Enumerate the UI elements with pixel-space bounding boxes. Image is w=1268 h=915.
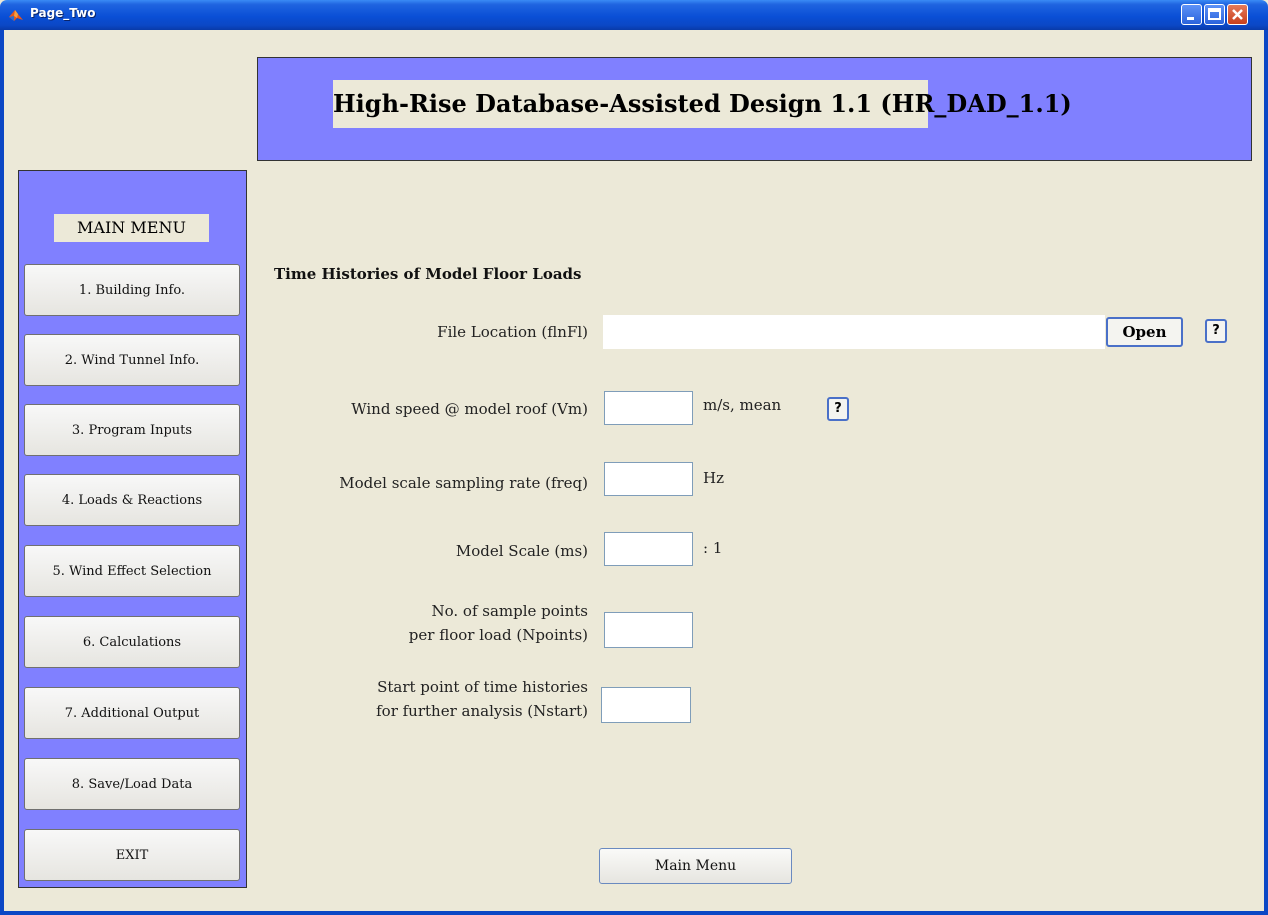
- menu-calculations-button[interactable]: 6. Calculations: [24, 616, 240, 668]
- title-bar[interactable]: Page_Two: [0, 0, 1268, 30]
- wind-speed-label: Wind speed @ model roof (Vm): [351, 400, 588, 418]
- menu-wind-tunnel-info-button[interactable]: 2. Wind Tunnel Info.: [24, 334, 240, 386]
- file-location-help-button[interactable]: ?: [1205, 319, 1227, 343]
- maximize-button[interactable]: [1204, 4, 1225, 25]
- npoints-label-line1: No. of sample points: [431, 602, 588, 620]
- npoints-label-line2: per floor load (Npoints): [408, 626, 588, 644]
- wind-speed-input[interactable]: [604, 391, 693, 425]
- window-frame-bottom: [0, 911, 1268, 915]
- main-menu-panel: MAIN MENU 1. Building Info. 2. Wind Tunn…: [18, 170, 247, 888]
- menu-building-info-button[interactable]: 1. Building Info.: [24, 264, 240, 316]
- sampling-rate-label: Model scale sampling rate (freq): [339, 474, 588, 492]
- sampling-rate-unit: Hz: [703, 469, 724, 487]
- section-title: Time Histories of Model Floor Loads: [274, 265, 582, 283]
- nstart-input[interactable]: [601, 687, 691, 723]
- window-frame-left: [0, 30, 4, 915]
- file-location-label: File Location (flnFl): [437, 323, 588, 341]
- minimize-icon: [1187, 17, 1194, 20]
- nstart-label-line2: for further analysis (Nstart): [376, 702, 588, 720]
- wind-speed-help-button[interactable]: ?: [827, 397, 849, 421]
- menu-wind-effect-selection-button[interactable]: 5. Wind Effect Selection: [24, 545, 240, 597]
- header-panel: High-Rise Database-Assisted Design 1.1 (…: [257, 57, 1252, 161]
- sampling-rate-input[interactable]: [604, 462, 693, 496]
- main-menu-button[interactable]: Main Menu: [599, 848, 792, 884]
- window-title: Page_Two: [30, 6, 96, 20]
- close-button[interactable]: [1227, 4, 1248, 25]
- window-frame-right: [1264, 30, 1268, 915]
- nstart-label-line1: Start point of time histories: [377, 678, 588, 696]
- menu-exit-button[interactable]: EXIT: [24, 829, 240, 881]
- menu-save-load-data-button[interactable]: 8. Save/Load Data: [24, 758, 240, 810]
- file-location-input[interactable]: [603, 315, 1105, 349]
- open-file-button[interactable]: Open: [1106, 317, 1183, 347]
- npoints-input[interactable]: [604, 612, 693, 648]
- menu-program-inputs-button[interactable]: 3. Program Inputs: [24, 404, 240, 456]
- main-menu-title: MAIN MENU: [54, 214, 209, 242]
- model-scale-input[interactable]: [604, 532, 693, 566]
- matlab-icon: [9, 10, 23, 21]
- model-scale-label: Model Scale (ms): [455, 542, 588, 560]
- model-scale-unit: : 1: [703, 539, 723, 557]
- menu-additional-output-button[interactable]: 7. Additional Output: [24, 687, 240, 739]
- app-window: Page_Two High-Rise Database-Assisted Des…: [0, 0, 1268, 915]
- menu-loads-reactions-button[interactable]: 4. Loads & Reactions: [24, 474, 240, 526]
- close-icon: [1232, 9, 1243, 20]
- maximize-icon: [1208, 8, 1221, 20]
- app-title: High-Rise Database-Assisted Design 1.1 (…: [333, 80, 1072, 128]
- wind-speed-unit: m/s, mean: [703, 396, 782, 414]
- minimize-button[interactable]: [1181, 4, 1202, 25]
